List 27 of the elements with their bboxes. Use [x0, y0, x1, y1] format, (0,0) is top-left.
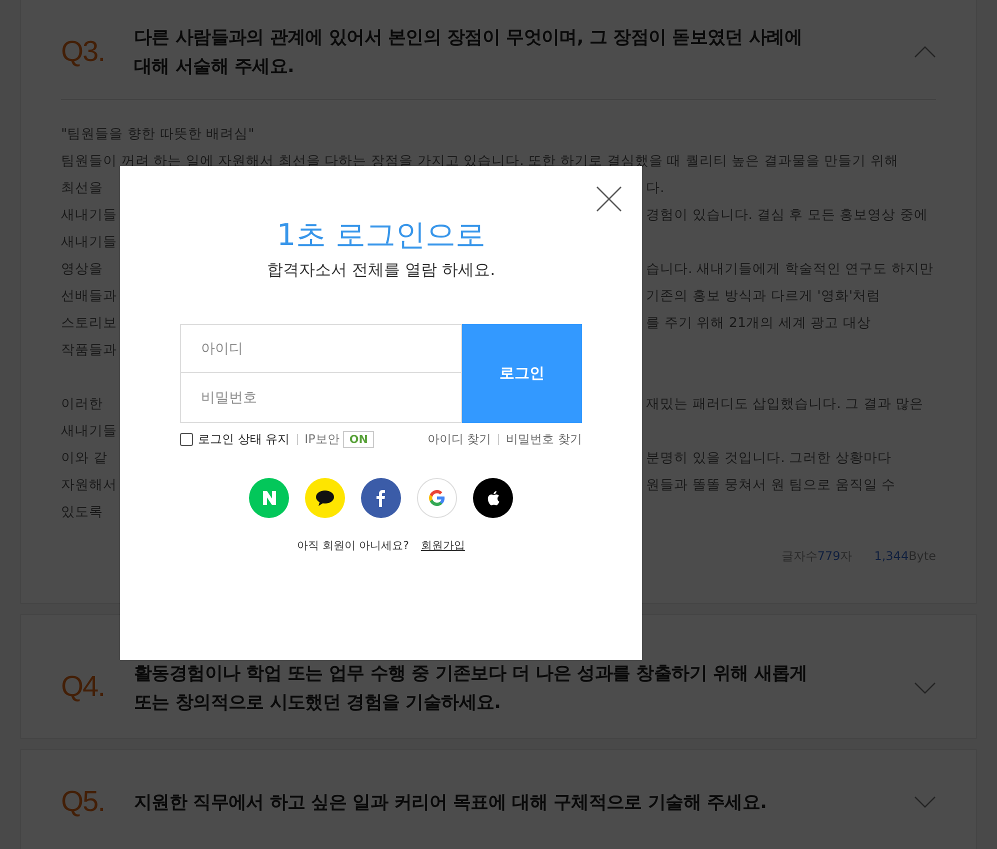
social-login-button[interactable] [361, 478, 401, 518]
login-button[interactable]: 로그인 [462, 324, 582, 423]
question-number: Q4. [61, 671, 106, 704]
question-title: 다른 사람들과의 관계에 있어서 본인의 장점이 무엇이며, 그 장점이 돋보였던 사례에 대해 서술해 주세요. [134, 26, 802, 79]
dialog-subtitle: 합격자소서 전체를 열람 하세요. [266, 259, 496, 281]
question-title: 지원한 직무에서 하고 싶은 일과 커리어 목표에 대해 구체적으로 기술해 주세요. [134, 790, 767, 814]
dialog-title: 1초 로그인으로 [276, 217, 486, 255]
question-title: 활동경험이나 학업 또는 업무 수행 중 기존보다 더 나은 성과를 창출하기 위해 새롭게 또는 창의적으로 시도했던 경험을 기술하세요. [134, 662, 808, 714]
social-login-button[interactable] [305, 478, 345, 518]
signup-prompt: 아직 회원이 아니세요? [297, 538, 409, 553]
keep-login-label[interactable]: 로그인 상태 유지 [198, 430, 290, 448]
letter-g-icon [427, 488, 447, 508]
char-count: 779 [817, 548, 840, 565]
byte-count: 1,344 [874, 548, 909, 565]
question-number: Q5. [61, 786, 106, 818]
password-input-field[interactable]: 비밀번호 [180, 373, 462, 423]
signup-link[interactable]: 회원가입 [420, 538, 465, 553]
id-input-field[interactable]: 아이디 [180, 324, 462, 373]
ip-security-toggle[interactable]: ON [343, 430, 374, 448]
find-account-link[interactable]: 비밀번호 찾기 [506, 430, 582, 448]
find-account-link[interactable]: 아이디 찾기 [427, 430, 492, 448]
question-number: Q3. [61, 36, 106, 68]
ip-security-label: IP보안 [304, 431, 340, 448]
close-icon[interactable] [596, 186, 622, 212]
social-login-button[interactable] [473, 478, 513, 518]
checkbox[interactable] [180, 432, 193, 446]
speech-bubble-icon [315, 488, 335, 508]
